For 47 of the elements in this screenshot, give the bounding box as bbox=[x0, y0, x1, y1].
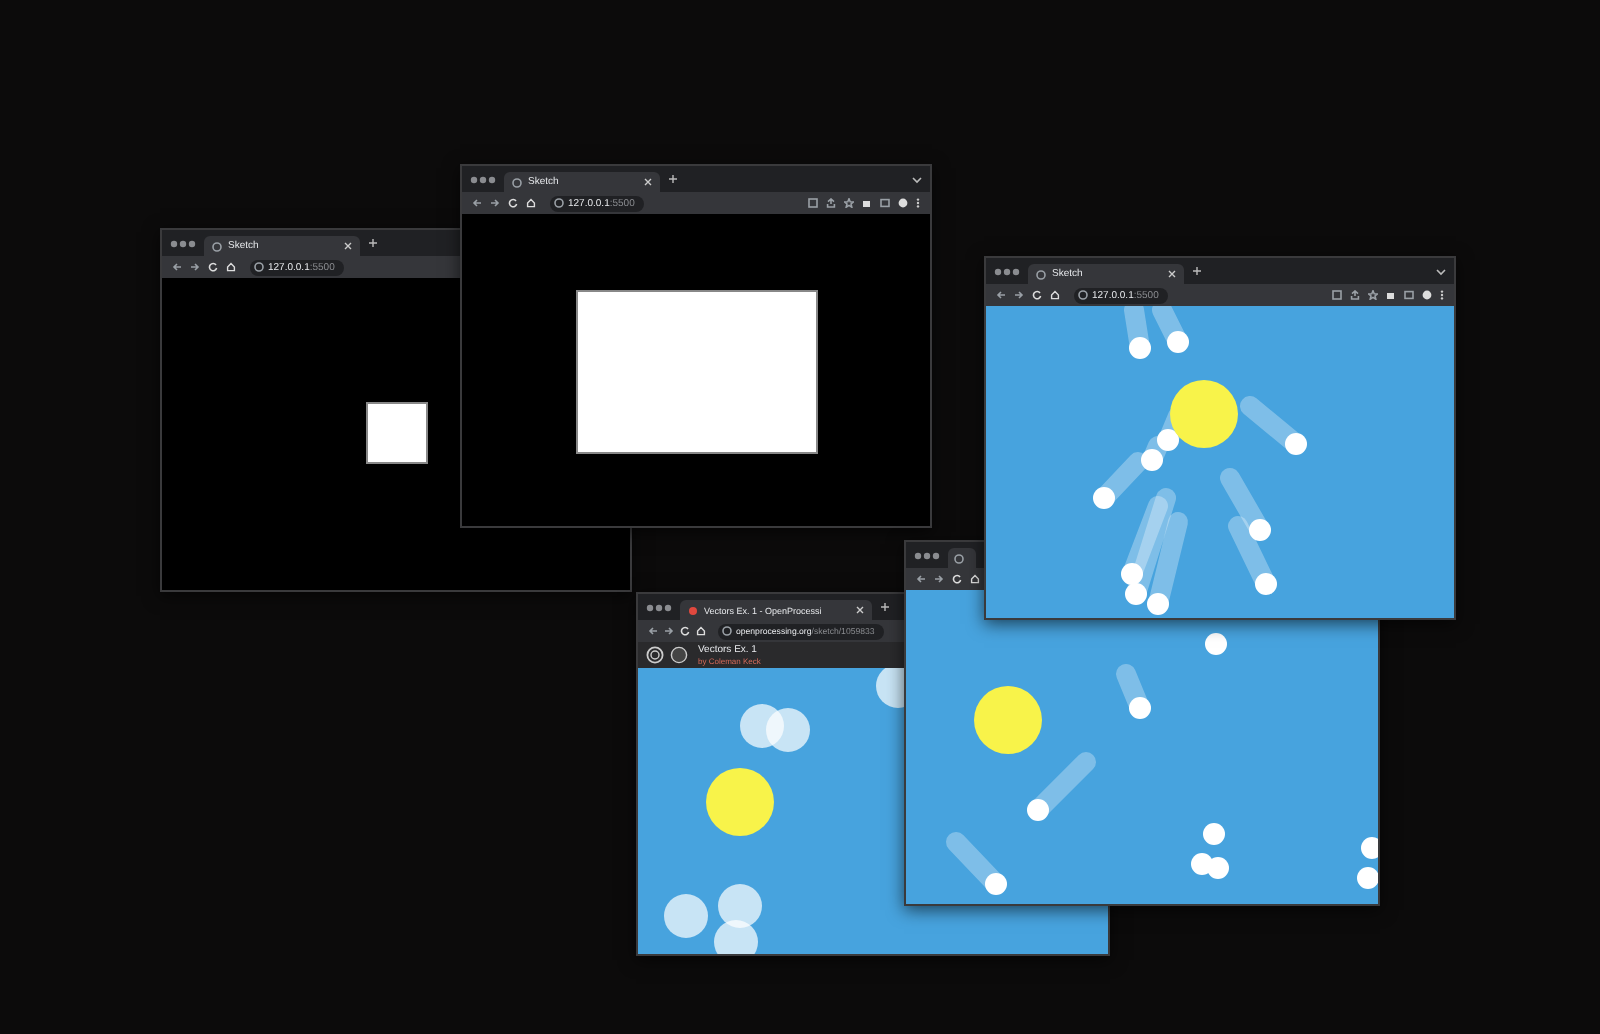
caret-icon[interactable] bbox=[912, 175, 922, 183]
back-arrow-icon[interactable] bbox=[916, 574, 926, 584]
sidebar-icon[interactable] bbox=[880, 198, 890, 208]
home-icon[interactable] bbox=[226, 262, 236, 272]
forward-arrow-icon[interactable] bbox=[190, 262, 200, 272]
browser-tab[interactable] bbox=[948, 548, 976, 568]
avatar-icon[interactable] bbox=[1422, 290, 1432, 300]
window-controls-icon[interactable] bbox=[914, 551, 940, 559]
plus-icon[interactable] bbox=[880, 602, 890, 612]
share-icon[interactable] bbox=[826, 198, 836, 208]
home-icon[interactable] bbox=[1050, 290, 1060, 300]
forward-arrow-icon[interactable] bbox=[1014, 290, 1024, 300]
back-arrow-icon[interactable] bbox=[996, 290, 1006, 300]
reload-icon[interactable] bbox=[952, 574, 962, 584]
reload-icon[interactable] bbox=[508, 198, 518, 208]
window-controls-icon[interactable] bbox=[470, 175, 496, 183]
forward-arrow-icon[interactable] bbox=[934, 574, 944, 584]
forward-arrow-icon[interactable] bbox=[490, 198, 500, 208]
star-icon[interactable] bbox=[844, 198, 854, 208]
avatar-icon[interactable] bbox=[670, 646, 688, 664]
reload-icon[interactable] bbox=[680, 626, 690, 636]
drawn-rectangle bbox=[366, 402, 428, 464]
close-icon[interactable] bbox=[644, 178, 652, 186]
close-icon[interactable] bbox=[1168, 270, 1176, 278]
plus-icon[interactable] bbox=[368, 238, 378, 248]
forward-arrow-icon[interactable] bbox=[664, 626, 674, 636]
caret-icon[interactable] bbox=[1436, 267, 1446, 275]
home-icon[interactable] bbox=[526, 198, 536, 208]
logo-icon[interactable] bbox=[646, 646, 664, 664]
back-arrow-icon[interactable] bbox=[648, 626, 658, 636]
close-icon[interactable] bbox=[344, 242, 352, 250]
avatar-icon[interactable] bbox=[898, 198, 908, 208]
window-controls-icon[interactable] bbox=[170, 239, 196, 247]
back-arrow-icon[interactable] bbox=[172, 262, 182, 272]
star-icon[interactable] bbox=[1368, 290, 1378, 300]
sidebar-icon[interactable] bbox=[1404, 290, 1414, 300]
share-icon[interactable] bbox=[1350, 290, 1360, 300]
window-controls-icon[interactable] bbox=[994, 267, 1020, 275]
home-icon[interactable] bbox=[696, 626, 706, 636]
reload-icon[interactable] bbox=[208, 262, 218, 272]
reload-icon[interactable] bbox=[1032, 290, 1042, 300]
plus-icon[interactable] bbox=[1192, 266, 1202, 276]
home-icon[interactable] bbox=[970, 574, 980, 584]
window-controls-icon[interactable] bbox=[646, 603, 672, 611]
back-arrow-icon[interactable] bbox=[472, 198, 482, 208]
close-icon[interactable] bbox=[856, 606, 864, 614]
plus-icon[interactable] bbox=[668, 174, 678, 184]
